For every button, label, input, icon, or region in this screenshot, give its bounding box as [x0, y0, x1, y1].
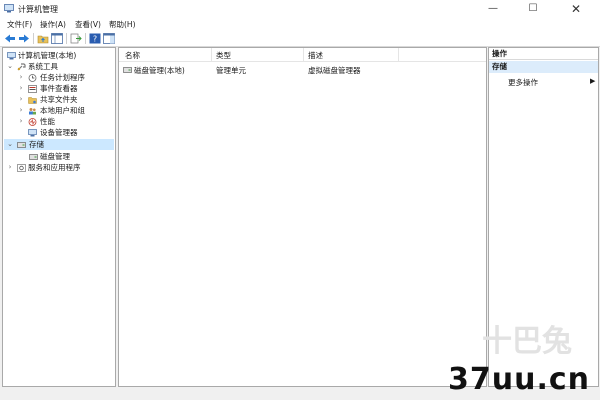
minimize-button[interactable]: —	[473, 0, 513, 18]
tree-item-local-users[interactable]: › 本地用户和组	[5, 105, 113, 116]
toolbar: ?	[0, 31, 600, 47]
list-header: 名称 类型 描述	[119, 48, 486, 62]
event-viewer-icon	[28, 85, 37, 93]
storage-icon	[17, 142, 26, 148]
menu-file[interactable]: 文件(F)	[7, 19, 32, 30]
column-header-type[interactable]: 类型	[216, 50, 231, 61]
show-hide-console-tree-icon[interactable]	[51, 33, 63, 44]
users-icon	[29, 108, 36, 115]
results-list: 名称 类型 描述 磁盘管理(本地) 管理单元 虚拟磁盘管理器	[118, 47, 487, 387]
table-row[interactable]: 磁盘管理(本地) 管理单元 虚拟磁盘管理器	[119, 64, 486, 75]
chevron-down-icon[interactable]: ⌄	[7, 139, 13, 150]
column-header-description[interactable]: 描述	[308, 50, 323, 61]
tree-item-storage[interactable]: ⌄ 存储	[4, 139, 114, 150]
tree-item-label: 存储	[29, 140, 44, 149]
cell-type: 管理单元	[216, 66, 246, 75]
tree-item-label: 性能	[40, 117, 55, 126]
column-header-name[interactable]: 名称	[125, 50, 140, 61]
chevron-right-icon[interactable]: ›	[18, 116, 24, 127]
tree-item-device-manager[interactable]: 设备管理器	[5, 127, 113, 138]
tree-item-label: 设备管理器	[40, 128, 78, 137]
tree-item-services-apps[interactable]: › 服务和应用程序	[5, 162, 113, 173]
cell-description: 虚拟磁盘管理器	[308, 66, 361, 75]
svg-text:?: ?	[93, 35, 97, 44]
more-actions-link[interactable]: 更多操作	[508, 77, 538, 88]
tree-item-system-tools[interactable]: ⌄ 系统工具	[5, 61, 113, 72]
actions-header: 操作	[489, 48, 598, 60]
tree-item-shared-folders[interactable]: › 共享文件夹	[5, 94, 113, 105]
title-bar: 计算机管理 — ☐ ✕	[0, 0, 600, 19]
tree-item-label: 任务计划程序	[40, 73, 85, 82]
menu-action[interactable]: 操作(A)	[40, 19, 66, 30]
console-tree: 计算机管理(本地) ⌄ 系统工具 › 任务计划程序 › 事件查看器 › 共享文件…	[2, 47, 116, 387]
chevron-right-icon[interactable]: ›	[18, 72, 24, 83]
watermark-text: 37uu.cn	[448, 362, 590, 397]
clock-icon	[28, 74, 37, 82]
services-icon	[17, 164, 26, 172]
watermark-logo: 十巴兔	[482, 324, 572, 359]
toolbar-separator	[33, 33, 34, 44]
up-folder-icon[interactable]	[37, 33, 49, 44]
tree-item-event-viewer[interactable]: › 事件查看器	[5, 83, 113, 94]
toolbar-separator	[85, 33, 86, 44]
actions-group-storage[interactable]: 存储	[489, 61, 598, 73]
device-manager-icon	[28, 129, 37, 137]
disk-management-icon	[123, 67, 132, 73]
tree-item-label: 服务和应用程序	[28, 163, 81, 172]
back-arrow-icon[interactable]	[4, 33, 16, 44]
tools-icon	[17, 63, 26, 71]
chevron-right-icon[interactable]: ›	[7, 162, 13, 173]
chevron-right-icon[interactable]: ›	[18, 105, 24, 116]
triangle-right-icon[interactable]: ▶	[590, 77, 595, 85]
column-divider[interactable]	[303, 48, 304, 61]
tree-item-disk-management[interactable]: 磁盘管理	[5, 151, 113, 162]
tree-item-label: 共享文件夹	[40, 95, 78, 104]
menu-help[interactable]: 帮助(H)	[109, 19, 136, 30]
window-title: 计算机管理	[18, 5, 58, 14]
tree-item-label: 计算机管理(本地)	[18, 51, 77, 60]
cell-name: 磁盘管理(本地)	[134, 66, 185, 75]
computer-management-icon	[4, 4, 14, 13]
chevron-down-icon[interactable]: ⌄	[7, 61, 13, 72]
toolbar-separator	[66, 33, 67, 44]
chevron-right-icon[interactable]: ›	[18, 83, 24, 94]
performance-icon	[28, 118, 37, 126]
tree-item-task-scheduler[interactable]: › 任务计划程序	[5, 72, 113, 83]
column-divider[interactable]	[398, 48, 399, 61]
chevron-right-icon[interactable]: ›	[18, 94, 24, 105]
help-icon[interactable]: ?	[89, 33, 101, 44]
close-button[interactable]: ✕	[556, 0, 596, 18]
tree-item-label: 磁盘管理	[40, 152, 70, 161]
shared-folder-icon	[28, 97, 37, 104]
menu-bar: 文件(F) 操作(A) 查看(V) 帮助(H)	[0, 18, 600, 31]
disk-management-icon	[29, 154, 38, 160]
tree-item-performance[interactable]: › 性能	[5, 116, 113, 127]
tree-item-label: 事件查看器	[40, 84, 78, 93]
forward-arrow-icon[interactable]	[18, 33, 30, 44]
computer-management-icon	[7, 52, 16, 60]
tree-item-label: 本地用户和组	[40, 106, 85, 115]
tree-item-label: 系统工具	[28, 62, 58, 71]
export-list-icon[interactable]	[70, 33, 82, 44]
maximize-button[interactable]: ☐	[513, 0, 553, 18]
tree-item-root[interactable]: 计算机管理(本地)	[5, 50, 113, 61]
show-hide-action-pane-icon[interactable]	[103, 33, 115, 44]
column-divider[interactable]	[211, 48, 212, 61]
menu-view[interactable]: 查看(V)	[75, 19, 101, 30]
